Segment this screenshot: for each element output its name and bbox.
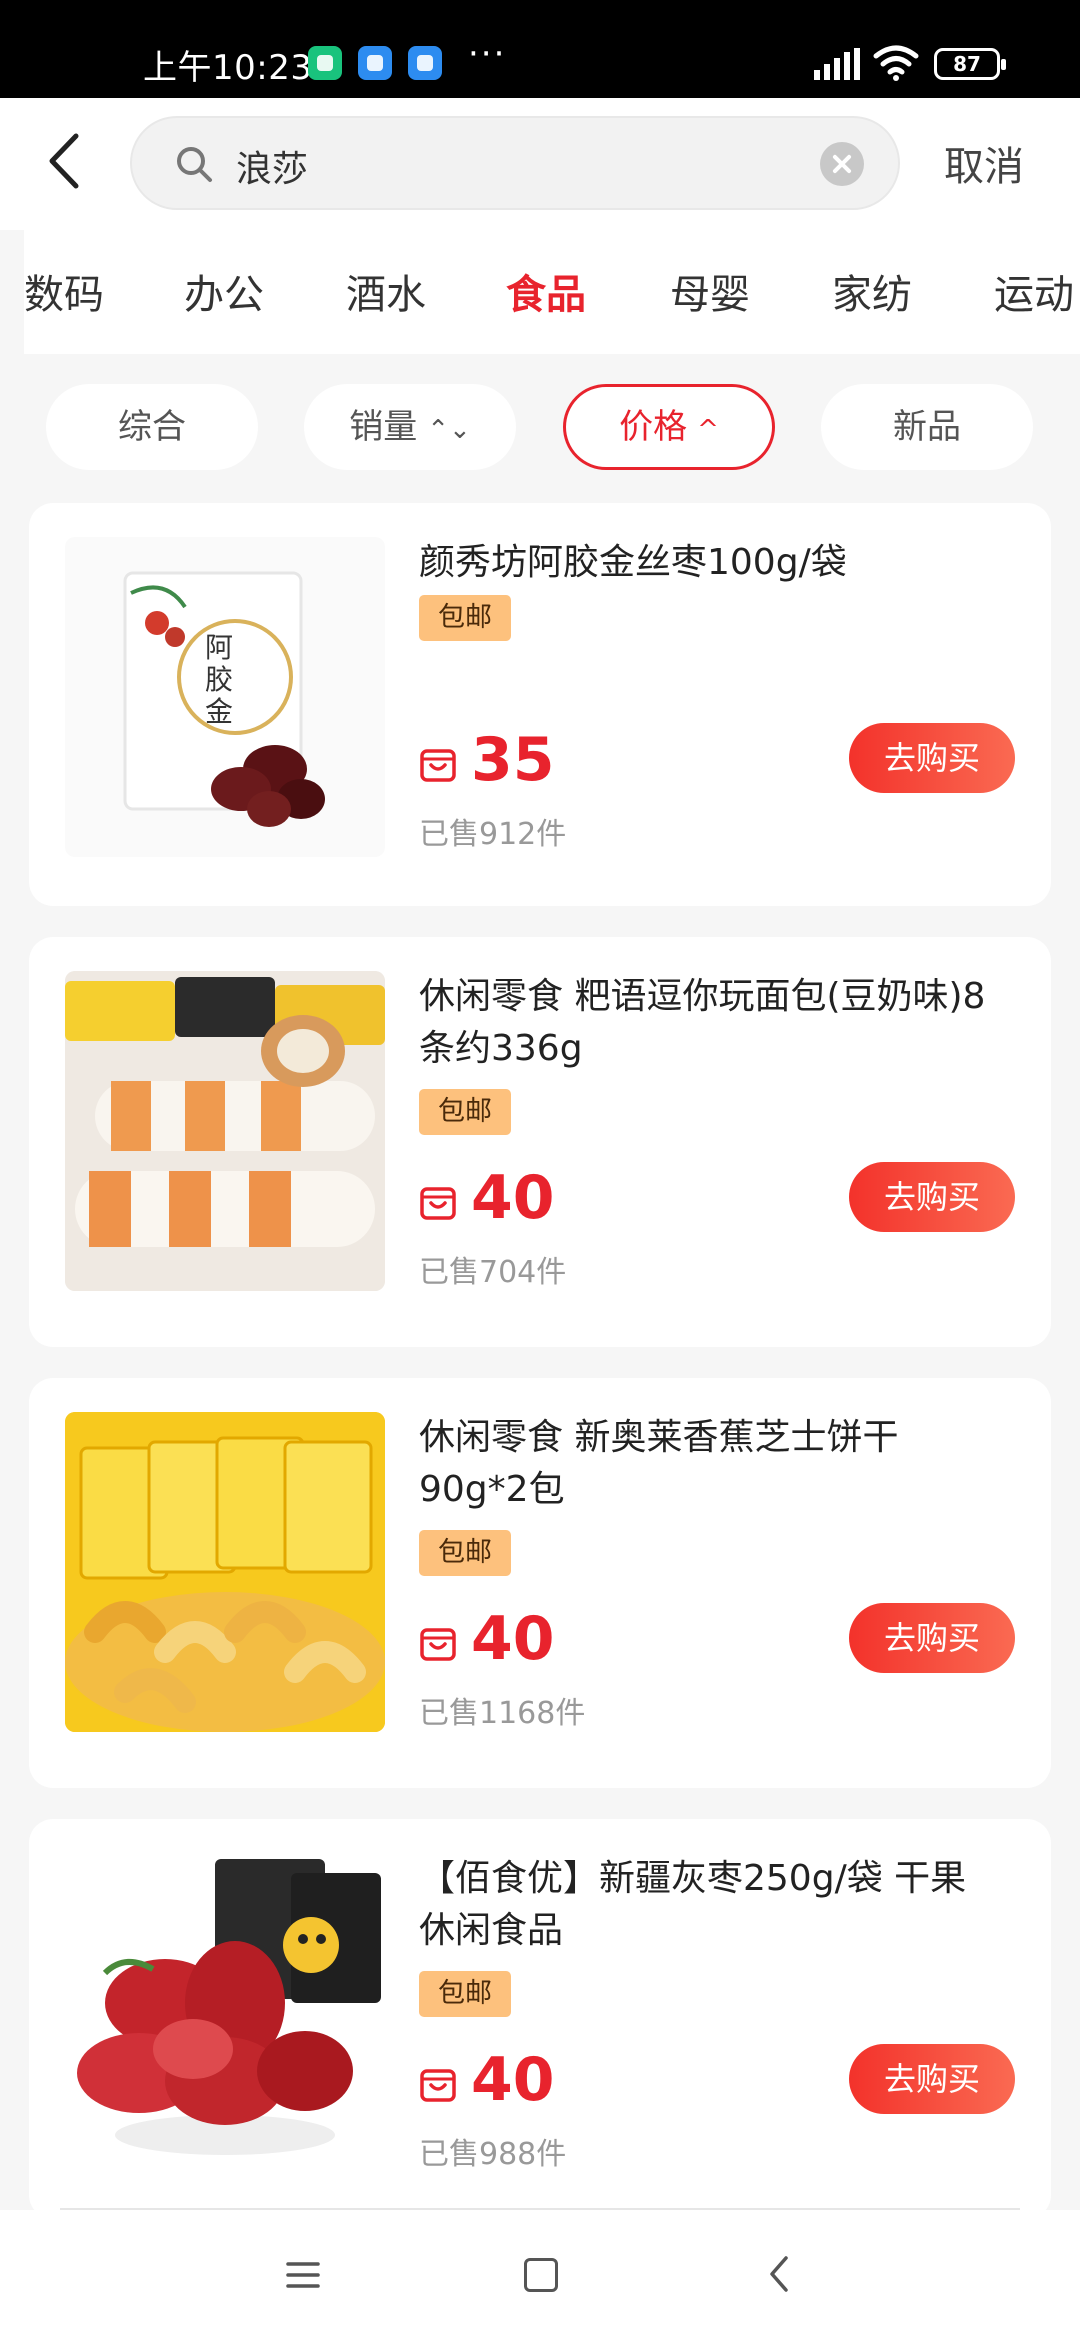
product-card[interactable]: 休闲零食 粑语逗你玩面包(豆奶味)8条约336g 包邮 40 已售704件 去购…	[29, 937, 1051, 1347]
product-price: 40	[471, 2045, 555, 2115]
sort-ascending-icon: ^	[697, 415, 719, 445]
app-notification-icon	[358, 46, 392, 80]
more-notifications-icon: ···	[468, 34, 507, 74]
product-title[interactable]: 颜秀坊阿胶金丝枣100g/袋	[419, 537, 999, 589]
buy-button[interactable]: 去购买	[849, 2044, 1015, 2114]
sold-count: 已售988件	[419, 2137, 567, 2172]
shopping-bag-icon	[420, 2069, 456, 2102]
search-query-text: 浪莎	[236, 149, 309, 190]
tab-category[interactable]: 办公	[184, 262, 264, 320]
svg-text:胶: 胶	[205, 663, 233, 696]
wifi-icon	[873, 45, 919, 81]
product-image[interactable]	[65, 971, 385, 1291]
tab-category-active[interactable]: 食品	[506, 262, 586, 320]
product-card[interactable]: 阿 胶 金 颜秀坊阿胶金丝枣100g/袋 包邮 35 已售912件 去购买	[29, 503, 1051, 906]
shopping-bag-icon	[420, 749, 456, 782]
battery-icon: 87	[934, 48, 1006, 80]
tab-category[interactable]: 家纺	[832, 262, 912, 320]
product-image[interactable]: 阿 胶 金	[65, 537, 385, 857]
tab-category[interactable]: 母婴	[670, 262, 750, 320]
search-icon	[177, 147, 212, 182]
buy-button[interactable]: 去购买	[849, 1162, 1015, 1232]
system-navigation-bar	[0, 2210, 1080, 2340]
buy-button[interactable]: 去购买	[849, 723, 1015, 793]
product-card[interactable]: 【佰食优】新疆灰枣250g/袋 干果休闲食品 包邮 40 已售988件 去购买	[29, 1819, 1051, 2219]
product-title[interactable]: 【佰食优】新疆灰枣250g/袋 干果休闲食品	[419, 1853, 999, 1957]
sort-price-button[interactable]: 价格 ^	[563, 384, 775, 470]
sort-new-button[interactable]: 新品	[821, 384, 1033, 470]
free-shipping-badge: 包邮	[419, 1530, 511, 1576]
sort-sales-button[interactable]: 销量 ⌃⌄	[304, 384, 516, 470]
shopping-bag-icon	[420, 1187, 456, 1220]
product-card[interactable]: 休闲零食 新奥莱香蕉芝士饼干90g*2包 包邮 40 已售1168件 去购买	[29, 1378, 1051, 1788]
search-header: 浪莎 取消	[0, 98, 1080, 230]
sort-toggle-icon: ⌃⌄	[427, 415, 471, 445]
signal-icon	[814, 48, 860, 80]
app-notification-icon	[408, 46, 442, 80]
product-title[interactable]: 休闲零食 粑语逗你玩面包(豆奶味)8条约336g	[419, 971, 999, 1075]
clear-icon[interactable]	[820, 142, 864, 186]
product-price: 40	[471, 1163, 555, 1233]
product-title[interactable]: 休闲零食 新奥莱香蕉芝士饼干90g*2包	[419, 1412, 999, 1516]
tab-category[interactable]: 酒水	[346, 262, 426, 320]
app-notification-icon	[308, 46, 342, 80]
back-arrow-icon[interactable]	[40, 126, 92, 196]
product-price: 35	[471, 725, 555, 795]
product-price: 40	[471, 1604, 555, 1674]
product-image[interactable]	[65, 1412, 385, 1732]
free-shipping-badge: 包邮	[419, 595, 511, 641]
sold-count: 已售704件	[419, 1255, 567, 1290]
home-icon[interactable]	[524, 2258, 558, 2292]
free-shipping-badge: 包邮	[419, 1971, 511, 2017]
free-shipping-badge: 包邮	[419, 1089, 511, 1135]
tab-category[interactable]: 数码	[24, 262, 104, 320]
battery-level: 87	[953, 52, 981, 76]
search-input[interactable]: 浪莎	[130, 116, 900, 210]
menu-icon[interactable]	[286, 2260, 320, 2290]
buy-button[interactable]: 去购买	[849, 1603, 1015, 1673]
sold-count: 已售1168件	[419, 1696, 586, 1731]
cancel-button[interactable]: 取消	[944, 134, 1024, 192]
tab-category[interactable]: 运动	[994, 262, 1074, 320]
svg-text:金: 金	[205, 695, 233, 728]
category-tabs: 数码 办公 酒水 食品 母婴 家纺 运动	[24, 230, 1080, 354]
sort-comprehensive-button[interactable]: 综合	[46, 384, 258, 470]
status-bar: 上午10:23 ··· 87	[0, 0, 1080, 98]
shopping-bag-icon	[420, 1628, 456, 1661]
back-icon[interactable]	[766, 2254, 792, 2294]
sold-count: 已售912件	[419, 817, 567, 852]
svg-text:阿: 阿	[205, 631, 233, 664]
status-time: 上午10:23	[143, 48, 313, 88]
product-image[interactable]	[65, 1853, 385, 2173]
